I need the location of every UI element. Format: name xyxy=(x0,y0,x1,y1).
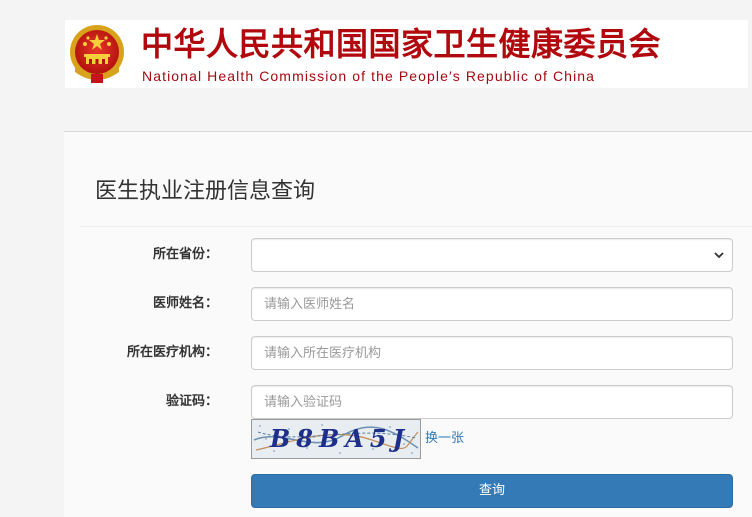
query-button[interactable]: 查询 xyxy=(251,474,733,508)
doctor-name-input[interactable] xyxy=(251,287,733,321)
org-name-cn: 中华人民共和国国家卫生健康委员会 xyxy=(141,25,662,63)
institution-label: 所在医疗机构： xyxy=(126,345,218,360)
page-root: 中华人民共和国国家卫生健康委员会 National Health Commiss… xyxy=(0,0,752,517)
captcha-label: 验证码： xyxy=(165,394,218,409)
captcha-noise: B8BA5J xyxy=(252,420,420,458)
captcha-text: B8BA5J xyxy=(269,424,410,453)
province-select[interactable] xyxy=(251,238,733,272)
header-banner: 中华人民共和国国家卫生健康委员会 National Health Commiss… xyxy=(65,20,748,88)
captcha-input[interactable] xyxy=(251,385,733,419)
national-emblem-icon xyxy=(70,25,124,83)
institution-input[interactable] xyxy=(251,336,733,370)
refresh-captcha-link[interactable]: 换一张 xyxy=(425,429,464,449)
province-label: 所在省份： xyxy=(152,247,218,262)
province-select-wrapper xyxy=(251,238,733,272)
title-divider xyxy=(80,226,752,227)
doctor-name-label: 医师姓名： xyxy=(152,296,218,311)
org-name-en: National Health Commission of the People… xyxy=(142,68,596,84)
captcha-image[interactable]: B8BA5J xyxy=(251,419,421,459)
page-title: 医生执业注册信息查询 xyxy=(95,179,316,204)
